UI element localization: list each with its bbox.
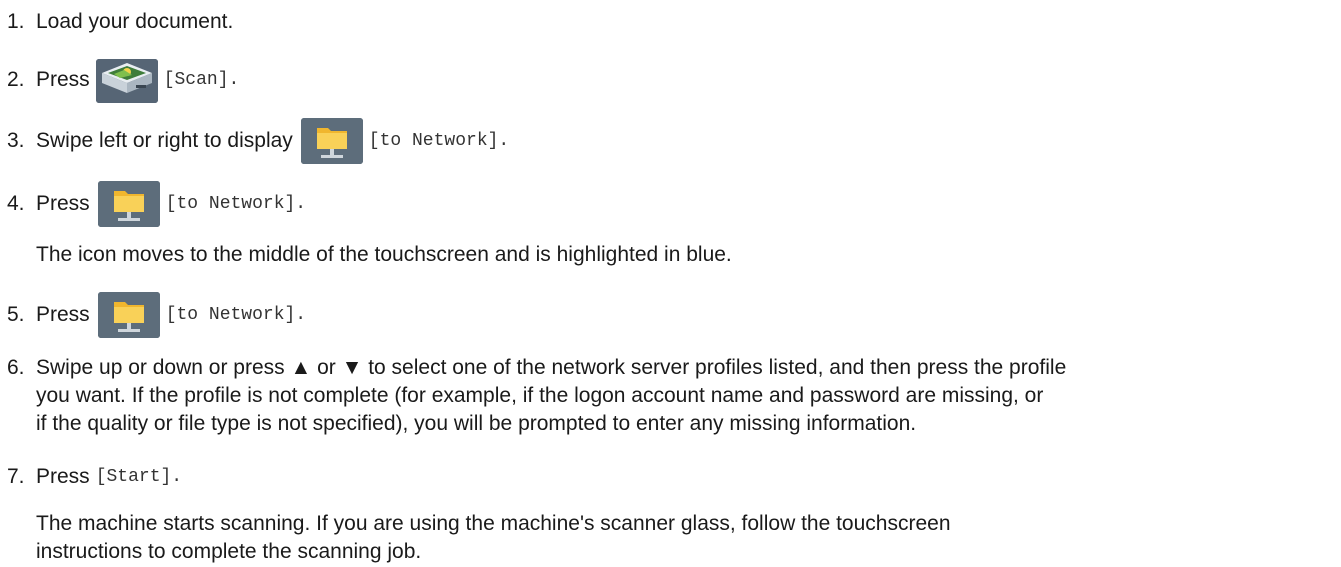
step-number: 5.: [7, 303, 25, 326]
step-text: Press: [36, 303, 90, 326]
step-text-line: you want. If the profile is not complete…: [36, 384, 1044, 407]
step-text: Press: [36, 192, 90, 215]
note-line: The machine starts scanning. If you are …: [36, 512, 951, 535]
step-text: Press: [36, 465, 90, 488]
step-number: 7.: [7, 465, 25, 488]
step-text: Swipe left or right to display: [36, 129, 293, 152]
network-folder-icon: [300, 118, 363, 164]
step-number: 2.: [7, 68, 25, 91]
step-7-note: The machine starts scanning. If you are …: [36, 510, 1335, 566]
step-text-line: if the quality or file type is not speci…: [36, 412, 917, 435]
step-code: [to Network].: [368, 131, 510, 151]
step-number: 3.: [7, 129, 25, 152]
step-text-line: Swipe up or down or press ▲ or ▼ to sele…: [36, 356, 1067, 379]
network-folder-icon: [97, 181, 160, 227]
step-number: 4.: [7, 192, 25, 215]
step-number: 1.: [7, 10, 25, 33]
step-code: [to Network].: [165, 194, 307, 214]
step-text: Load your document.: [36, 10, 234, 33]
step-text: Press: [36, 68, 90, 91]
step-code: [Start].: [95, 467, 183, 487]
step-4-note: The icon moves to the middle of the touc…: [36, 243, 732, 266]
network-folder-icon: [97, 292, 160, 338]
step-code: [to Network].: [165, 305, 307, 325]
step-code: [Scan].: [163, 70, 240, 90]
step-number: 6.: [7, 356, 25, 379]
scanner-icon: [95, 59, 158, 103]
note-line: instructions to complete the scanning jo…: [36, 540, 422, 563]
